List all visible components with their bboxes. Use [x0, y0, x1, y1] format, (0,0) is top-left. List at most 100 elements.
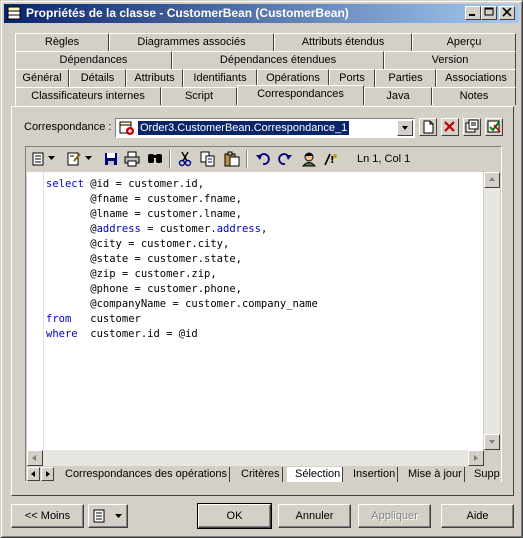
sub-tabs: Correspondances des opérations Critères … — [27, 467, 501, 482]
menu-button[interactable] — [88, 504, 128, 528]
tab-apercu[interactable]: Aperçu — [412, 33, 516, 51]
tab-correspondances[interactable]: Correspondances — [237, 85, 364, 105]
chevron-down-icon — [402, 126, 408, 130]
chevron-down-icon[interactable] — [85, 156, 92, 161]
tab-dependances-etendues[interactable]: Dépendances étendues — [172, 51, 384, 69]
horizontal-scrollbar[interactable] — [27, 450, 484, 466]
cut-icon[interactable] — [177, 151, 193, 167]
properties-dialog: Propriétés de la classe - CustomerBean (… — [0, 0, 523, 538]
vertical-scrollbar[interactable] — [484, 172, 500, 450]
title-bar[interactable]: Propriétés de la classe - CustomerBean (… — [4, 4, 519, 23]
close-icon — [502, 7, 512, 17]
subtab-supp[interactable]: Supp — [466, 467, 501, 482]
subtab-insertion[interactable]: Insertion — [345, 467, 399, 482]
toolbar-separator — [246, 150, 248, 168]
tab-details[interactable]: Détails — [69, 69, 126, 87]
tab-dependances[interactable]: Dépendances — [15, 51, 172, 69]
copy-icon[interactable] — [200, 151, 216, 167]
tab-parties[interactable]: Parties — [375, 69, 436, 87]
paste-icon[interactable] — [224, 151, 240, 167]
minimize-icon — [469, 14, 475, 16]
sql-code[interactable]: select @id = customer.id, @fname = custo… — [46, 177, 318, 342]
new-mapping-button[interactable] — [419, 118, 437, 136]
chevron-down-icon — [115, 514, 122, 518]
check-model-icon — [487, 120, 501, 133]
code-area[interactable]: select @id = customer.id, @fname = custo… — [27, 172, 483, 450]
tab-general[interactable]: Général — [15, 69, 69, 87]
editor-gutter — [27, 172, 44, 450]
chevron-left-icon — [31, 471, 35, 477]
properties-icon — [465, 119, 479, 133]
less-button[interactable]: << Moins — [11, 504, 84, 528]
scroll-left-button[interactable] — [27, 450, 43, 466]
mapping-label: Correspondance : — [24, 121, 112, 133]
tab-regles[interactable]: Règles — [15, 33, 109, 51]
maximize-icon — [484, 7, 494, 16]
delete-mapping-button[interactable] — [441, 118, 459, 136]
undo-icon[interactable] — [255, 151, 271, 167]
chevron-down-icon[interactable] — [48, 156, 55, 161]
tab-version[interactable]: Version — [384, 51, 516, 69]
apply-button: Appliquer — [358, 504, 431, 528]
subtab-correspondances-operations[interactable]: Correspondances des opérations — [57, 467, 231, 482]
tab-diagrammes-associes[interactable]: Diagrammes associés — [109, 33, 274, 51]
tab-notes[interactable]: Notes — [432, 87, 516, 105]
window-title: Propriétés de la classe - CustomerBean (… — [26, 6, 349, 20]
code-line: @lname = customer.lname, — [46, 208, 242, 220]
edit-menu-icon[interactable] — [31, 151, 47, 167]
insert-icon[interactable] — [66, 151, 82, 167]
code-line: from customer — [46, 313, 141, 325]
menu-icon — [93, 509, 105, 523]
mapping-dropdown-button[interactable] — [397, 120, 413, 136]
subtab-criteres[interactable]: Critères — [233, 467, 283, 482]
properties-button[interactable] — [463, 118, 481, 136]
maximize-button[interactable] — [481, 6, 497, 20]
tab-script[interactable]: Script — [161, 87, 237, 105]
chevron-down-icon — [489, 440, 495, 444]
chevron-left-icon — [32, 455, 36, 461]
toolbar-separator — [169, 150, 171, 168]
subtab-mise-a-jour[interactable]: Mise à jour — [400, 467, 465, 482]
scroll-right-button[interactable] — [468, 450, 484, 466]
chevron-up-icon — [489, 177, 495, 181]
code-line: @companyName = customer.company_name — [46, 298, 318, 310]
code-line: @address = customer.address, — [46, 223, 268, 235]
chevron-right-icon — [46, 471, 50, 477]
code-line: @fname = customer.fname, — [46, 193, 242, 205]
tab-associations[interactable]: Associations — [436, 69, 516, 87]
code-line: @city = customer.city, — [46, 238, 230, 250]
find-icon[interactable] — [147, 151, 163, 167]
code-line: where customer.id = @id — [46, 328, 198, 340]
class-icon — [7, 6, 21, 20]
cursor-position: Ln 1, Col 1 — [357, 153, 411, 165]
minimize-button[interactable] — [465, 6, 481, 20]
scroll-up-button[interactable] — [484, 172, 500, 188]
user-icon[interactable] — [301, 151, 317, 167]
print-icon[interactable] — [124, 151, 140, 167]
code-line: @zip = customer.zip, — [46, 268, 217, 280]
tab-attributs[interactable]: Attributs — [126, 69, 183, 87]
mapping-value: Order3.CustomerBean.Correspondance_1 — [138, 121, 350, 135]
redo-icon[interactable] — [277, 151, 293, 167]
mapping-icon — [119, 121, 134, 135]
subtab-selection[interactable]: Sélection — [287, 467, 344, 482]
code-line: @phone = customer.phone, — [46, 283, 242, 295]
variables-icon[interactable]: ! — [323, 151, 339, 167]
save-icon[interactable] — [103, 151, 119, 167]
sql-editor: ! Ln 1, Col 1 select @id = customer.id, … — [25, 146, 502, 482]
delete-icon — [444, 121, 455, 132]
check-mapping-button[interactable] — [485, 118, 503, 136]
close-button[interactable] — [499, 6, 515, 20]
subtab-scroll-right[interactable] — [41, 467, 54, 481]
ok-button[interactable]: OK — [197, 503, 272, 529]
cancel-button[interactable]: Annuler — [278, 504, 351, 528]
help-button[interactable]: Aide — [441, 504, 514, 528]
tab-attributs-etendus[interactable]: Attributs étendus — [274, 33, 412, 51]
scroll-down-button[interactable] — [484, 434, 500, 450]
chevron-right-icon — [474, 455, 478, 461]
subtab-scroll-left[interactable] — [27, 467, 40, 481]
mapping-combo[interactable]: Order3.CustomerBean.Correspondance_1 — [115, 118, 415, 138]
tab-classificateurs-internes[interactable]: Classificateurs internes — [15, 87, 161, 105]
tab-java[interactable]: Java — [364, 87, 432, 105]
code-line: select @id = customer.id, — [46, 178, 205, 190]
